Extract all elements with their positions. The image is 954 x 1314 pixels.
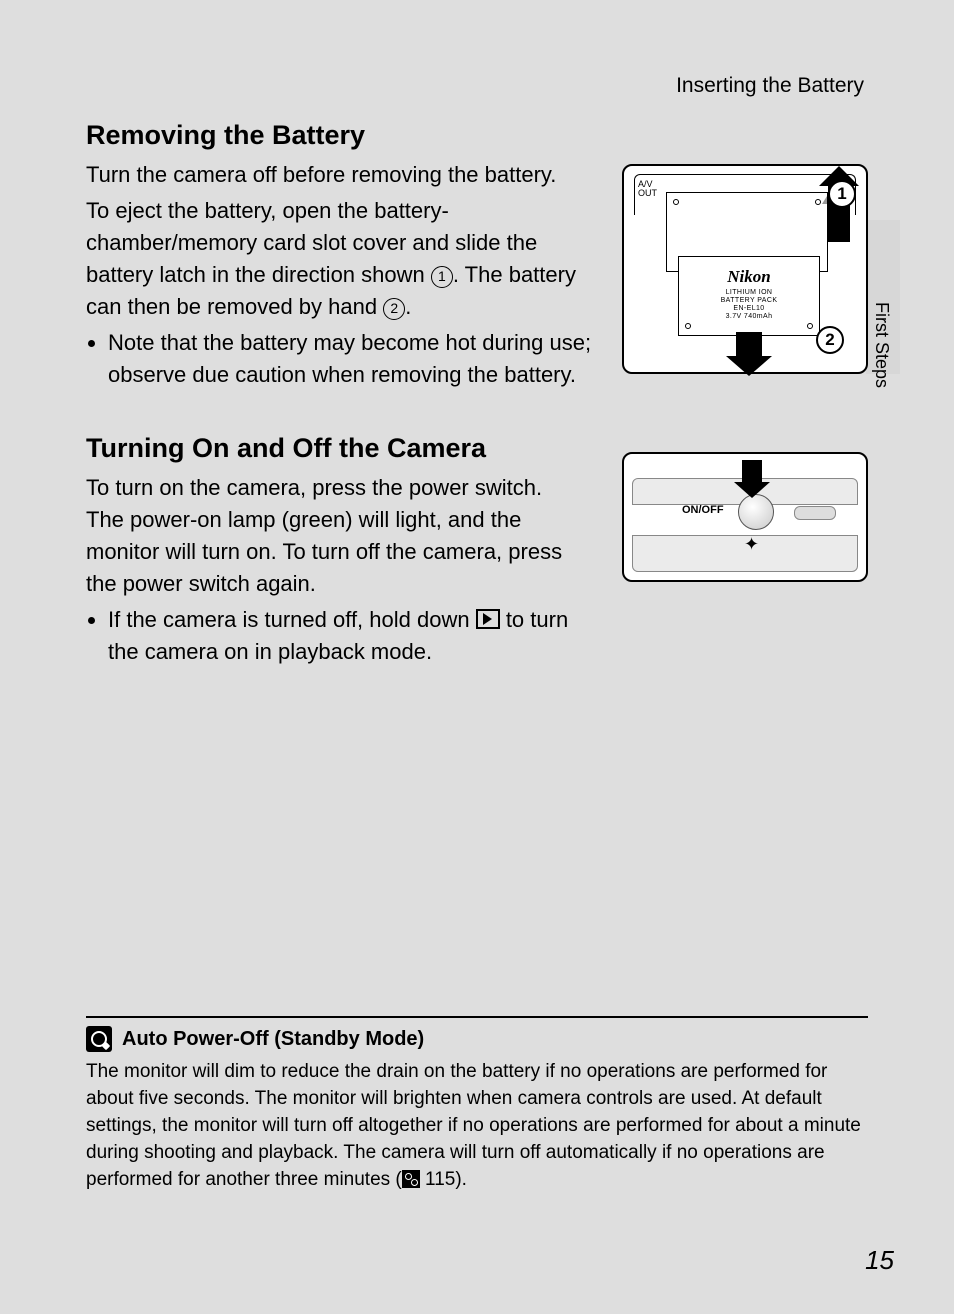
- side-tab-label: First Steps: [871, 302, 892, 388]
- battery-text: EN-EL10: [733, 305, 764, 312]
- running-head: Inserting the Battery: [676, 74, 864, 98]
- para: To turn on the camera, press the power s…: [86, 472, 576, 600]
- lamp-illustration: [794, 506, 836, 520]
- arrow-down-icon: [742, 460, 762, 484]
- battery-text: 3.7V 740mAh: [726, 313, 773, 320]
- battery-illustration: Nikon LITHIUM ION BATTERY PACK EN-EL10 3…: [678, 256, 820, 336]
- heading-removing-battery: Removing the Battery: [86, 120, 868, 151]
- callout-2: 2: [816, 326, 844, 354]
- text: The monitor will dim to reduce the drain…: [86, 1061, 861, 1190]
- para: To eject the battery, open the battery-c…: [86, 195, 576, 323]
- reference-icon: [402, 1170, 420, 1188]
- callout-1: 1: [828, 180, 856, 208]
- playback-icon: [476, 609, 500, 629]
- step-marker-2: 2: [383, 298, 405, 320]
- light-spark-icon: ✦: [744, 534, 759, 555]
- para: Turn the camera off before removing the …: [86, 159, 576, 191]
- note-heading: Auto Power-Off (Standby Mode): [122, 1028, 424, 1051]
- list-item: If the camera is turned off, hold down t…: [108, 604, 598, 668]
- power-button-illustration: [738, 494, 774, 530]
- page-number: 15: [865, 1245, 894, 1276]
- figure-battery-eject: A/V OUT Nikon LITHIUM ION BATTERY PACK E…: [622, 164, 868, 374]
- on-off-label: ON/OFF: [682, 504, 724, 516]
- text: 115).: [420, 1169, 467, 1190]
- step-marker-1: 1: [431, 266, 453, 288]
- note-body: The monitor will dim to reduce the drain…: [86, 1058, 868, 1193]
- text: If the camera is turned off, hold down: [108, 607, 476, 632]
- port-label: A/V OUT: [638, 180, 657, 198]
- figure-power-switch: ON/OFF ✦: [622, 452, 868, 582]
- arrow-down-icon: [736, 332, 762, 358]
- list-item: Note that the battery may become hot dur…: [108, 327, 598, 391]
- note-icon: [86, 1026, 112, 1052]
- text: .: [405, 294, 411, 319]
- battery-text: BATTERY PACK: [721, 297, 778, 304]
- battery-brand: Nikon: [679, 267, 819, 287]
- battery-text: LITHIUM ION: [726, 289, 773, 296]
- note-auto-power-off: Auto Power-Off (Standby Mode) The monito…: [86, 1016, 868, 1193]
